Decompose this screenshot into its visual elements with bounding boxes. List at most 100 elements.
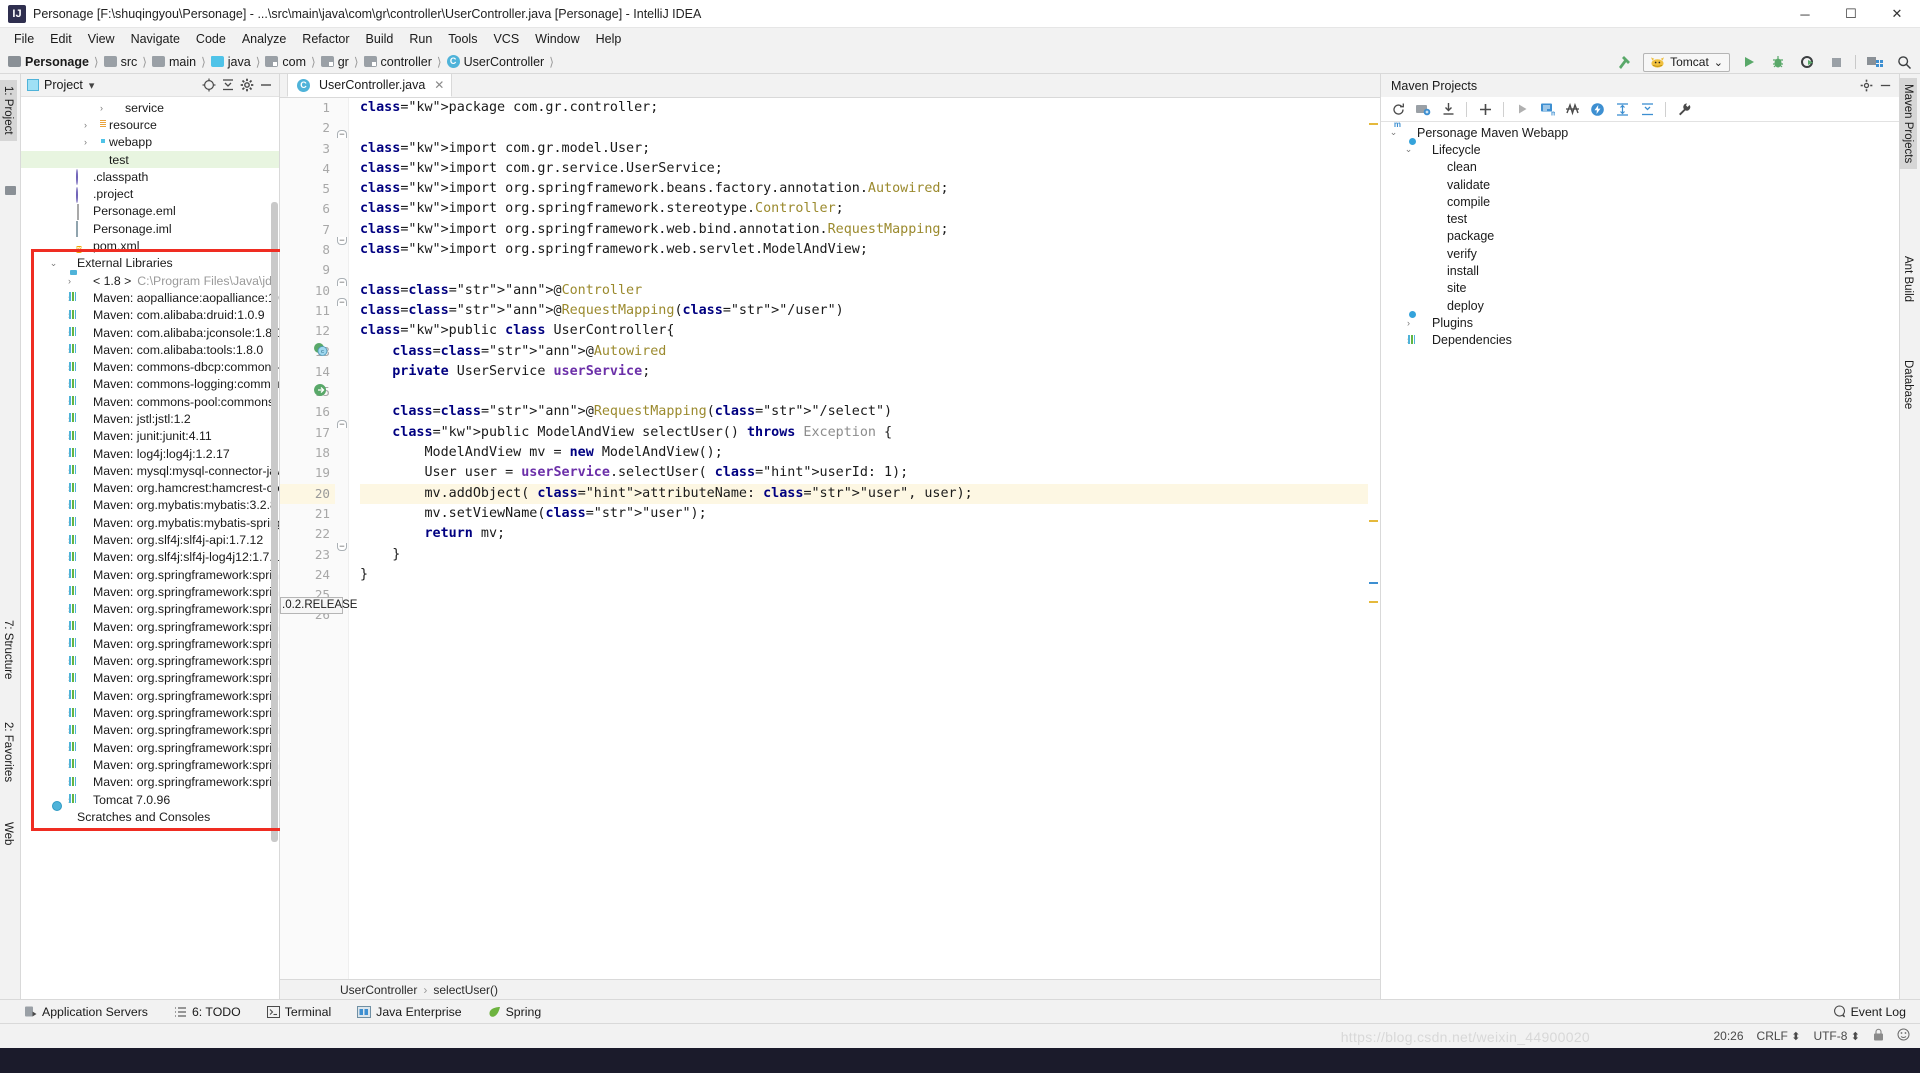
maximize-button[interactable]: ☐ — [1828, 0, 1874, 28]
breadcrumb-item-personage[interactable]: Personage ⟩ — [8, 55, 104, 69]
encoding-widget[interactable]: UTF-8 ⬍ — [1813, 1029, 1860, 1043]
menu-edit[interactable]: Edit — [42, 29, 80, 49]
tree-node[interactable]: ›Maven: org.slf4j:slf4j-log4j12:1.7.12 — [21, 549, 279, 566]
code-line[interactable]: return mv; — [360, 524, 1380, 544]
menu-build[interactable]: Build — [358, 29, 402, 49]
code-line[interactable] — [360, 260, 1380, 280]
tree-node[interactable]: ›Maven: org.springframework:spring-oxm:4… — [21, 704, 279, 721]
bean-autowired-icon[interactable] — [313, 383, 328, 398]
code-line[interactable]: class=class="str">"ann">@RequestMapping(… — [360, 301, 1380, 321]
tree-node[interactable]: ›Maven: org.springframework:spring-web:5… — [21, 756, 279, 773]
editor-breadcrumb-method[interactable]: selectUser() — [433, 983, 498, 997]
code-editor[interactable]: c 12345678910111213141516171819202122232… — [280, 98, 1380, 979]
menu-tools[interactable]: Tools — [440, 29, 485, 49]
toggle-skip-tests-icon[interactable] — [1561, 99, 1583, 120]
code-line[interactable]: class="kw">import org.springframework.we… — [360, 220, 1380, 240]
breadcrumb-item-src[interactable]: src ⟩ — [104, 55, 152, 69]
breadcrumb-item-java[interactable]: java ⟩ — [211, 55, 266, 69]
sidebar-item-project[interactable]: 1: Project — [0, 80, 17, 141]
sidebar-item-database[interactable]: Database — [1899, 354, 1917, 415]
breadcrumb-item-controller[interactable]: controller ⟩ — [364, 55, 447, 69]
code-line[interactable]: ModelAndView mv = new ModelAndView(); — [360, 443, 1380, 463]
sidebar-item-maven-projects[interactable]: Maven Projects — [1899, 78, 1917, 169]
tree-node[interactable]: ›Maven: log4j:log4j:1.2.17 — [21, 445, 279, 462]
maven-tree-node[interactable]: package — [1381, 228, 1899, 245]
menu-file[interactable]: File — [6, 29, 42, 49]
maven-tree-node[interactable]: deploy — [1381, 297, 1899, 314]
tree-node[interactable]: .project — [21, 185, 279, 202]
tree-node[interactable]: ›service — [21, 99, 279, 116]
reimport-icon[interactable] — [1387, 99, 1409, 120]
maven-tree-node[interactable]: validate — [1381, 176, 1899, 193]
maven-tree-node[interactable]: test — [1381, 210, 1899, 227]
tool-window-todo[interactable]: 6: TODO — [174, 1005, 241, 1019]
code-line[interactable] — [360, 118, 1380, 138]
tree-node[interactable]: ⌄External Libraries — [21, 255, 279, 272]
breadcrumb-item-com[interactable]: com ⟩ — [265, 55, 320, 69]
tree-node[interactable]: ›Maven: org.springframework:spring-webmv — [21, 774, 279, 791]
expand-arrow-icon[interactable]: ⌄ — [1402, 144, 1415, 155]
code-line[interactable]: class="kw">public ModelAndView selectUse… — [360, 423, 1380, 443]
code-line[interactable]: } — [360, 565, 1380, 585]
editor-breadcrumb-class[interactable]: UserController — [340, 983, 417, 997]
code-content[interactable]: class="kw">package com.gr.controller; cla… — [349, 98, 1380, 979]
tree-node[interactable]: ›Maven: org.springframework:spring-test:… — [21, 722, 279, 739]
sidebar-item-web[interactable]: Web — [0, 816, 17, 851]
generate-sources-icon[interactable] — [1412, 99, 1434, 120]
sidebar-item-favorites[interactable]: 2: Favorites — [0, 716, 17, 788]
tool-window-terminal[interactable]: Terminal — [267, 1005, 331, 1019]
tree-node[interactable]: ›Maven: commons-dbcp:commons-dbcp:1.4 — [21, 358, 279, 375]
run-icon[interactable] — [1511, 99, 1533, 120]
editor-tab-usercontroller[interactable]: C UserController.java ✕ — [287, 73, 452, 97]
fold-marker[interactable]: − — [337, 237, 347, 245]
run-with-coverage-icon[interactable] — [1797, 52, 1817, 72]
fold-marker[interactable]: − — [337, 420, 347, 428]
class-implemented-icon[interactable]: c — [313, 342, 328, 357]
tree-node[interactable]: ›Maven: org.springframework:spring-conte… — [21, 618, 279, 635]
code-line[interactable]: mv.addObject( class="hint">attributeName… — [360, 484, 1380, 504]
breadcrumb-item-main[interactable]: main ⟩ — [152, 55, 211, 69]
collapse-all-icon[interactable] — [218, 76, 237, 95]
code-line[interactable]: class=class="str">"ann">@Autowired — [360, 342, 1380, 362]
fold-marker[interactable]: − — [337, 298, 347, 306]
tree-node[interactable]: ›Maven: commons-pool:commons-pool:1.5.4 — [21, 393, 279, 410]
code-line[interactable]: class=class="str">"ann">@Controller — [360, 281, 1380, 301]
tree-node[interactable]: ›Maven: com.alibaba:druid:1.0.9 — [21, 307, 279, 324]
line-separator-widget[interactable]: CRLF ⬍ — [1757, 1029, 1801, 1043]
maven-tree-node[interactable]: install — [1381, 262, 1899, 279]
tree-node[interactable]: ›Maven: aopalliance:aopalliance:1.0 — [21, 289, 279, 306]
maven-tree-node[interactable]: site — [1381, 280, 1899, 297]
tree-node[interactable]: mpom.xml — [21, 237, 279, 254]
maven-tree-node[interactable]: ⌄Personage Maven Webapp — [1381, 124, 1899, 141]
tool-window-spring[interactable]: Spring — [488, 1005, 542, 1019]
stop-icon[interactable] — [1826, 52, 1846, 72]
maven-settings-icon[interactable] — [1673, 99, 1695, 120]
code-line[interactable]: class=class="str">"ann">@RequestMapping(… — [360, 402, 1380, 422]
add-maven-project-icon[interactable] — [1474, 99, 1496, 120]
tree-node[interactable]: Scratches and Consoles — [21, 808, 279, 825]
tree-node[interactable]: ›Maven: org.springframework:spring-beans… — [21, 583, 279, 600]
tree-node[interactable]: ›resource — [21, 116, 279, 133]
tree-node[interactable]: .classpath — [21, 168, 279, 185]
settings-gear-icon[interactable] — [1857, 76, 1876, 95]
code-line[interactable]: private UserService userService; — [360, 362, 1380, 382]
project-structure-icon[interactable] — [1865, 52, 1885, 72]
expand-arrow-icon[interactable]: › — [79, 137, 92, 147]
stripe-mark[interactable] — [1369, 520, 1378, 522]
maven-tree-node[interactable]: clean — [1381, 159, 1899, 176]
toggle-offline-icon[interactable] — [1586, 99, 1608, 120]
code-line[interactable]: class="kw">package com.gr.controller; — [360, 98, 1380, 118]
expand-arrow-icon[interactable]: ⌄ — [47, 258, 60, 269]
menu-view[interactable]: View — [80, 29, 123, 49]
maven-tree[interactable]: ⌄Personage Maven Webapp⌄Lifecyclecleanva… — [1381, 122, 1899, 999]
tree-node[interactable]: Personage.eml — [21, 203, 279, 220]
breadcrumb-item-gr[interactable]: gr ⟩ — [321, 55, 364, 69]
code-line[interactable]: class="kw">import org.springframework.st… — [360, 199, 1380, 219]
project-tree-scrollbar[interactable] — [271, 202, 278, 842]
expand-arrow-icon[interactable]: › — [1402, 318, 1415, 328]
menu-vcs[interactable]: VCS — [485, 29, 527, 49]
project-tree[interactable]: ›service›resource›webapptest.classpath.p… — [21, 97, 279, 999]
code-line[interactable] — [360, 382, 1380, 402]
tree-node[interactable]: ›Maven: org.springframework:spring-orm:4… — [21, 687, 279, 704]
stripe-mark[interactable] — [1369, 123, 1378, 125]
